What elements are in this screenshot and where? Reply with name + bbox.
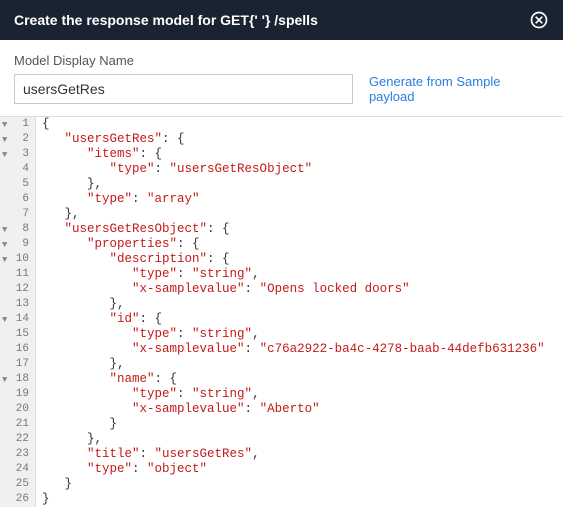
line-number: 21 [0, 417, 36, 432]
line-number: 4 [0, 162, 36, 177]
editor-line[interactable]: 3▼ "items": { [0, 147, 563, 162]
line-number: 18▼ [0, 372, 36, 387]
code-content[interactable]: "type": "array" [36, 192, 200, 207]
code-content[interactable]: "description": { [36, 252, 230, 267]
editor-line[interactable]: 2▼ "usersGetRes": { [0, 132, 563, 147]
fold-icon[interactable]: ▼ [2, 253, 7, 268]
editor-line[interactable]: 9▼ "properties": { [0, 237, 563, 252]
fold-icon[interactable]: ▼ [2, 148, 7, 163]
line-number: 6 [0, 192, 36, 207]
code-content[interactable]: } [36, 477, 72, 492]
editor-line[interactable]: 22 }, [0, 432, 563, 447]
code-content[interactable]: "x-samplevalue": "c76a2922-ba4c-4278-baa… [36, 342, 545, 357]
fold-icon[interactable]: ▼ [2, 238, 7, 253]
fold-icon[interactable]: ▼ [2, 118, 7, 133]
code-content[interactable]: "type": "string", [36, 387, 260, 402]
code-content[interactable]: }, [36, 357, 125, 372]
line-number: 8▼ [0, 222, 36, 237]
editor-line[interactable]: 17 }, [0, 357, 563, 372]
editor-line[interactable]: 10▼ "description": { [0, 252, 563, 267]
fold-icon[interactable]: ▼ [2, 313, 7, 328]
line-number: 15 [0, 327, 36, 342]
editor-line[interactable]: 4 "type": "usersGetResObject" [0, 162, 563, 177]
dialog-title: Create the response model for GET{' '} /… [14, 12, 318, 28]
editor-line[interactable]: 12 "x-samplevalue": "Opens locked doors" [0, 282, 563, 297]
editor-line[interactable]: 13 }, [0, 297, 563, 312]
dialog-header: Create the response model for GET{' '} /… [0, 0, 563, 40]
line-number: 12 [0, 282, 36, 297]
json-editor[interactable]: 1▼{2▼ "usersGetRes": {3▼ "items": {4 "ty… [0, 116, 563, 507]
code-content[interactable]: "title": "usersGetRes", [36, 447, 260, 462]
model-display-name-input[interactable] [14, 74, 353, 104]
code-content[interactable]: "name": { [36, 372, 177, 387]
code-content[interactable]: } [36, 417, 117, 432]
editor-line[interactable]: 5 }, [0, 177, 563, 192]
editor-line[interactable]: 21 } [0, 417, 563, 432]
code-content[interactable]: "properties": { [36, 237, 200, 252]
fold-icon[interactable]: ▼ [2, 373, 7, 388]
line-number: 25 [0, 477, 36, 492]
fold-icon[interactable]: ▼ [2, 223, 7, 238]
line-number: 9▼ [0, 237, 36, 252]
code-content[interactable]: "type": "string", [36, 267, 260, 282]
code-content[interactable]: "x-samplevalue": "Opens locked doors" [36, 282, 410, 297]
code-content[interactable]: }, [36, 297, 125, 312]
editor-line[interactable]: 8▼ "usersGetResObject": { [0, 222, 563, 237]
code-content[interactable]: "type": "object" [36, 462, 207, 477]
generate-from-sample-link[interactable]: Generate from Sample payload [369, 74, 549, 104]
code-content[interactable]: "type": "string", [36, 327, 260, 342]
editor-line[interactable]: 19 "type": "string", [0, 387, 563, 402]
line-number: 26 [0, 492, 36, 507]
code-content[interactable]: { [36, 117, 50, 132]
line-number: 24 [0, 462, 36, 477]
line-number: 17 [0, 357, 36, 372]
editor-line[interactable]: 14▼ "id": { [0, 312, 563, 327]
line-number: 3▼ [0, 147, 36, 162]
line-number: 23 [0, 447, 36, 462]
code-content[interactable]: "usersGetRes": { [36, 132, 185, 147]
code-content[interactable]: }, [36, 207, 80, 222]
line-number: 5 [0, 177, 36, 192]
editor-line[interactable]: 23 "title": "usersGetRes", [0, 447, 563, 462]
line-number: 22 [0, 432, 36, 447]
close-icon[interactable] [529, 10, 549, 30]
editor-line[interactable]: 15 "type": "string", [0, 327, 563, 342]
editor-line[interactable]: 16 "x-samplevalue": "c76a2922-ba4c-4278-… [0, 342, 563, 357]
model-display-name-label: Model Display Name [14, 53, 134, 68]
line-number: 2▼ [0, 132, 36, 147]
code-content[interactable]: "items": { [36, 147, 162, 162]
editor-line[interactable]: 7 }, [0, 207, 563, 222]
code-content[interactable]: }, [36, 432, 102, 447]
line-number: 1▼ [0, 117, 36, 132]
editor-line[interactable]: 20 "x-samplevalue": "Aberto" [0, 402, 563, 417]
code-content[interactable]: }, [36, 177, 102, 192]
editor-line[interactable]: 26} [0, 492, 563, 507]
code-content[interactable]: "type": "usersGetResObject" [36, 162, 312, 177]
editor-line[interactable]: 25 } [0, 477, 563, 492]
editor-line[interactable]: 24 "type": "object" [0, 462, 563, 477]
editor-line[interactable]: 11 "type": "string", [0, 267, 563, 282]
line-number: 10▼ [0, 252, 36, 267]
code-content[interactable]: "id": { [36, 312, 162, 327]
editor-line[interactable]: 18▼ "name": { [0, 372, 563, 387]
code-content[interactable]: "usersGetResObject": { [36, 222, 230, 237]
line-number: 19 [0, 387, 36, 402]
line-number: 13 [0, 297, 36, 312]
line-number: 11 [0, 267, 36, 282]
code-content[interactable]: "x-samplevalue": "Aberto" [36, 402, 320, 417]
editor-line[interactable]: 1▼{ [0, 117, 563, 132]
line-number: 20 [0, 402, 36, 417]
line-number: 16 [0, 342, 36, 357]
editor-line[interactable]: 6 "type": "array" [0, 192, 563, 207]
code-content[interactable]: } [36, 492, 50, 507]
dialog-body: Model Display Name Generate from Sample … [0, 40, 563, 116]
line-number: 14▼ [0, 312, 36, 327]
line-number: 7 [0, 207, 36, 222]
fold-icon[interactable]: ▼ [2, 133, 7, 148]
